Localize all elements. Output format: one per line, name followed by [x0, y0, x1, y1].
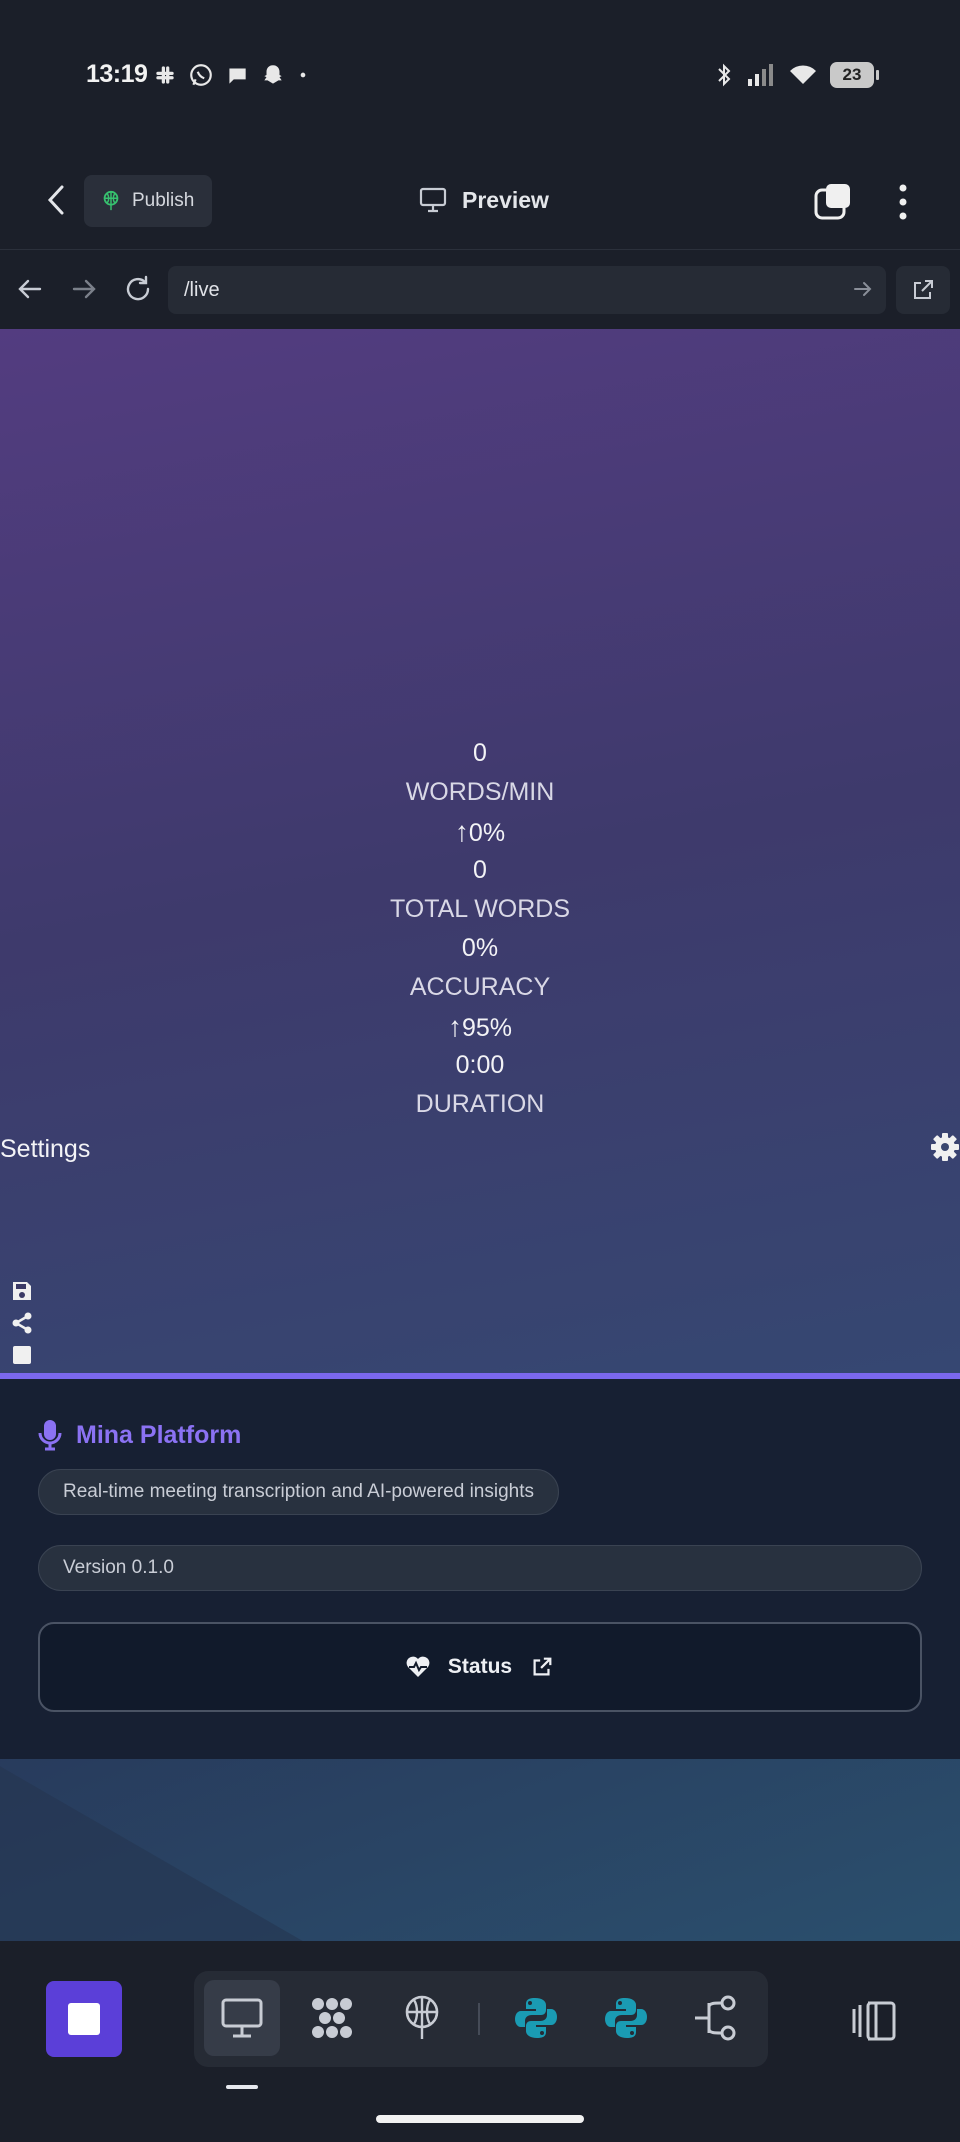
reload-button[interactable] [118, 269, 158, 309]
stop-icon[interactable] [10, 1343, 34, 1367]
bottom-toolbar [0, 1941, 960, 2142]
duration-label: DURATION [415, 1090, 545, 1118]
nav-forward-button[interactable] [64, 269, 104, 309]
status-button[interactable]: Status [38, 1622, 922, 1712]
slack-icon [156, 66, 174, 84]
page-title-text: Preview [462, 186, 549, 213]
words-per-min-value: 0 [473, 739, 487, 767]
url-input[interactable]: /live [168, 266, 886, 314]
tagline-badge: Real-time meeting transcription and AI-p… [38, 1469, 560, 1515]
tool-git[interactable] [678, 1980, 754, 2056]
arrow-left-icon [18, 279, 42, 299]
duration-value: 0:00 [455, 1051, 505, 1079]
git-branch-icon [695, 1995, 736, 2041]
tool-preview[interactable] [204, 1980, 280, 2056]
arrow-up-icon: ↑ [447, 1011, 462, 1042]
save-icon[interactable] [10, 1279, 34, 1303]
wifi-icon [790, 65, 816, 84]
total-words-label: TOTAL WORDS [389, 895, 571, 923]
back-button[interactable] [36, 178, 76, 222]
publish-label: Publish [132, 190, 195, 211]
chevron-left-icon [47, 185, 64, 215]
publish-button[interactable]: Publish [84, 175, 212, 227]
gear-icon[interactable] [930, 1132, 960, 1162]
home-indicator[interactable] [376, 2115, 584, 2123]
dot-icon [300, 72, 306, 78]
heartbeat-icon [406, 1656, 430, 1677]
arrow-right-icon [72, 279, 96, 299]
dots-grid-icon [312, 1998, 352, 2038]
python-icon [605, 1998, 647, 2038]
tool-deploy[interactable] [384, 1980, 460, 2056]
nav-back-button[interactable] [10, 269, 50, 309]
system-icons: 23 [714, 62, 879, 88]
tool-python-2[interactable] [588, 1980, 664, 2056]
desktop-icon [419, 187, 447, 213]
stats-panel: 0 WORDS/MIN ↑0% 0 TOTAL WORDS 0% ACCURAC… [0, 734, 960, 1124]
open-external-button[interactable] [896, 266, 950, 314]
more-vertical-icon[interactable] [888, 180, 918, 224]
messages-icon [228, 68, 246, 84]
go-arrow-icon[interactable] [852, 278, 874, 300]
total-words-value: 0 [473, 856, 487, 884]
external-link-icon [533, 1657, 552, 1676]
refresh-icon [126, 275, 150, 301]
toolbar-divider [478, 2003, 480, 2035]
side-action-icons [10, 1279, 34, 1367]
tool-packages[interactable] [294, 1980, 370, 2056]
stop-run-button[interactable] [46, 1981, 122, 2057]
accuracy-trend: ↑95% [447, 1011, 513, 1042]
external-link-icon [914, 280, 933, 299]
tool-python-1[interactable] [498, 1980, 574, 2056]
words-per-min-trend: ↑0% [454, 816, 506, 847]
brand-name: Mina Platform [76, 1420, 242, 1449]
battery-indicator: 23 [830, 62, 879, 88]
status-label: Status [447, 1655, 513, 1678]
accuracy-value: 0% [461, 934, 499, 962]
arrow-up-icon: ↑ [454, 816, 469, 847]
app-header: Publish Preview [0, 150, 960, 250]
bluetooth-icon [718, 63, 731, 87]
clock: 13:19 [86, 60, 148, 88]
settings-heading: Settings [0, 1135, 91, 1163]
snapchat-icon [264, 65, 282, 84]
deploy-icon [103, 190, 119, 211]
notification-icons [152, 62, 310, 88]
whatsapp-icon [190, 64, 212, 86]
python-icon [515, 1998, 557, 2038]
tabs-icon[interactable] [812, 180, 856, 224]
microphone-icon [38, 1420, 62, 1451]
deploy-icon [405, 1995, 439, 2039]
page-title: Preview [418, 186, 549, 214]
url-bar: /live [0, 251, 960, 329]
brand: Mina Platform [38, 1419, 241, 1451]
words-per-min-label: WORDS/MIN [405, 778, 555, 806]
accuracy-label: ACCURACY [409, 973, 551, 1001]
signal-icon [748, 64, 773, 86]
footer-card: Mina Platform Real-time meeting transcri… [0, 1373, 960, 1759]
url-text: /live [184, 278, 220, 301]
panel-layout-icon[interactable] [850, 1999, 898, 2043]
desktop-icon [221, 1998, 263, 2038]
version-badge: Version 0.1.0 [38, 1545, 922, 1591]
tool-group [194, 1971, 768, 2067]
active-tool-indicator [226, 2085, 258, 2089]
stop-icon [68, 2003, 100, 2035]
status-bar: 13:19 23 [0, 0, 960, 150]
preview-frame: 0 WORDS/MIN ↑0% 0 TOTAL WORDS 0% ACCURAC… [0, 329, 960, 1941]
share-icon[interactable] [10, 1311, 34, 1335]
